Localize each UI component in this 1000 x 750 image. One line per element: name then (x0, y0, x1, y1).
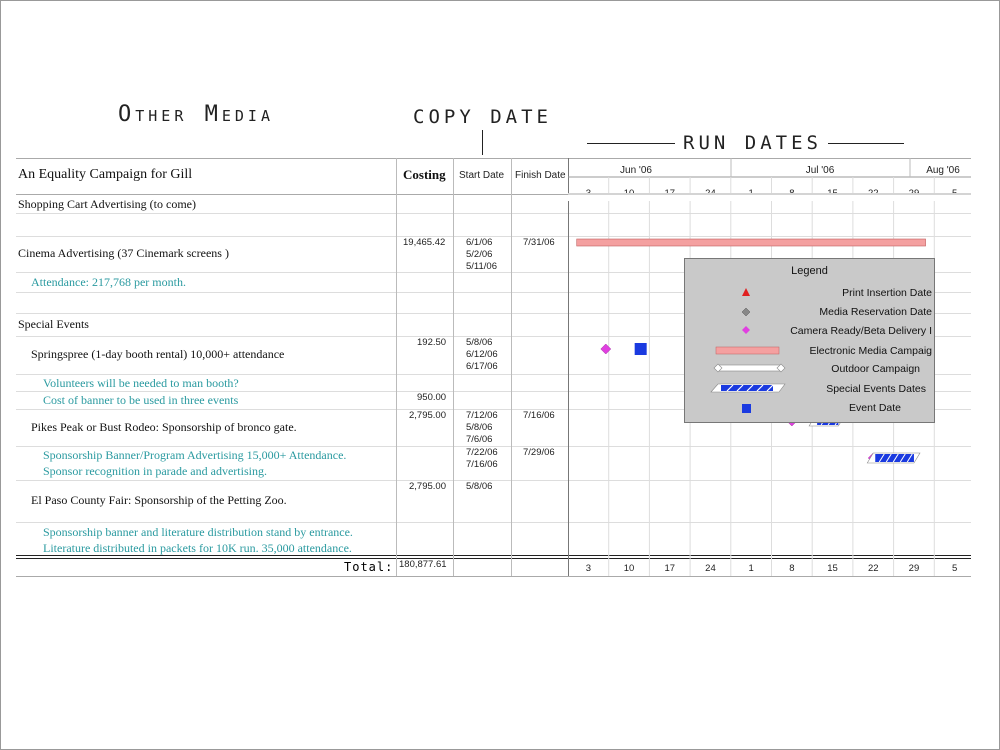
week-tick-bottom: 24 (705, 563, 716, 574)
month-label: Aug '06 (926, 165, 960, 176)
week-tick-bottom: 10 (624, 563, 635, 574)
week-tick-bottom: 1 (749, 563, 754, 574)
week-tick-bottom: 17 (664, 563, 675, 574)
legend-item-print: Print Insertion Date (842, 287, 932, 299)
legend-item-electronic-media: Electronic Media Campaig (809, 345, 932, 357)
month-label: Jul '06 (806, 165, 835, 176)
month-label: Jun '06 (620, 165, 652, 176)
legend-box: Legend Print Insertion Date Media Reserv… (684, 258, 935, 423)
legend-item-outdoor: Outdoor Campaign (831, 363, 920, 375)
week-tick-bottom: 22 (868, 563, 879, 574)
triangle-icon (742, 288, 750, 296)
white-bar-icon (713, 363, 786, 373)
diamond-gray-icon (741, 307, 751, 317)
week-tick-bottom: 15 (827, 563, 838, 574)
legend-item-camera-ready: Camera Ready/Beta Delivery I (790, 325, 932, 337)
week-tick-bottom: 5 (952, 563, 957, 574)
diamond-magenta-icon (742, 326, 750, 334)
springspree-delivery-diamond (600, 343, 612, 355)
legend-item-special-events: Special Events Dates (826, 383, 926, 395)
legend-icons (710, 288, 786, 413)
week-tick-bottom: 3 (586, 563, 591, 574)
striped-bar-icon (710, 383, 786, 393)
square-icon (742, 404, 751, 413)
pink-bar-icon (715, 346, 780, 355)
week-tick-bottom: 29 (909, 563, 920, 574)
springspree-event-square (634, 343, 647, 355)
legend-item-media-reservation: Media Reservation Date (819, 306, 932, 318)
legend-item-event-date: Event Date (849, 402, 901, 414)
week-tick-bottom: 8 (789, 563, 794, 574)
cinema-run-bar (576, 238, 926, 247)
